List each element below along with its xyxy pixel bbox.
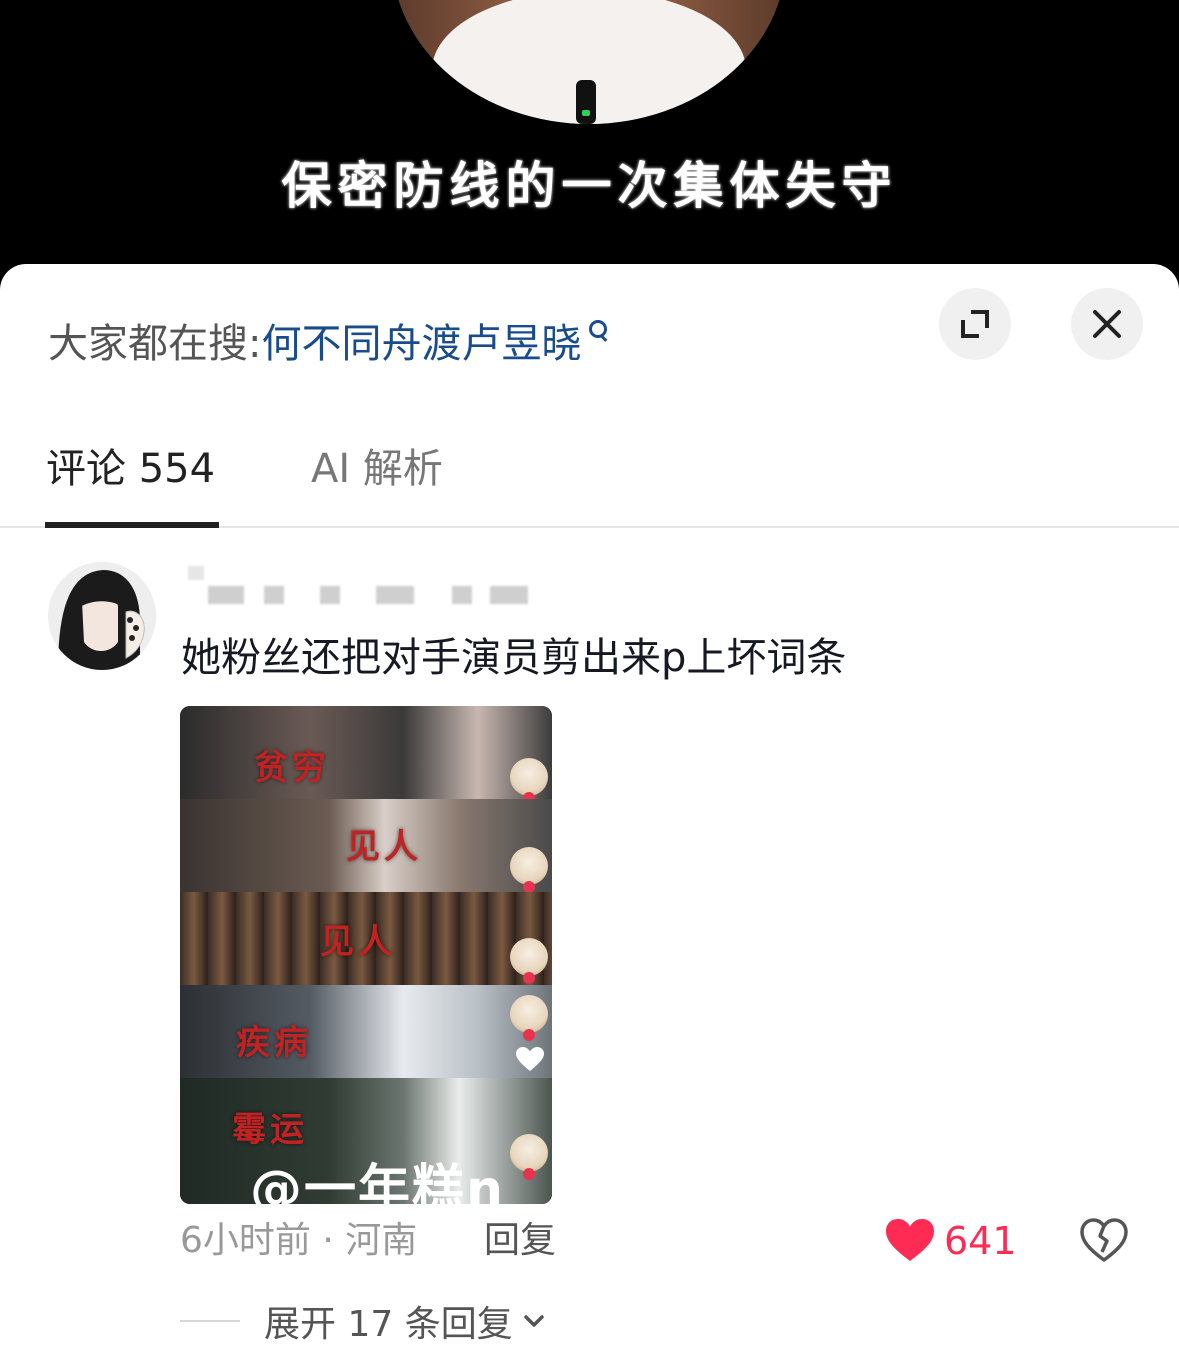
heart-icon: [516, 1047, 544, 1071]
image-watermark: @一年糕n: [250, 1160, 506, 1204]
video-presenter-image: [392, 0, 786, 124]
comment-meta: 6小时前 · 河南: [180, 1220, 418, 1261]
trending-search-term[interactable]: 何不同舟渡卢昱晓: [261, 311, 581, 369]
expand-replies-button[interactable]: 展开 17 条回复: [180, 1296, 547, 1346]
tab-ai-analysis[interactable]: AI 解析: [311, 444, 443, 494]
microphone-icon: [576, 80, 596, 124]
search-icon: [587, 318, 609, 344]
image-word-4: 疾病: [236, 1023, 312, 1063]
broken-heart-icon: [1080, 1218, 1128, 1262]
chevron-down-icon: [523, 1315, 544, 1327]
tab-comments[interactable]: 评论 554: [46, 444, 215, 494]
comment-sheet: 大家都在搜: 何不同舟渡卢昱晓 评论 554 AI 解析 她粉丝还把对手演员剪出…: [0, 264, 1179, 1368]
image-word-3: 见人: [320, 922, 396, 962]
comment-image[interactable]: 贫穷 见人 见人 疾病 霉运 @一年糕n: [180, 706, 552, 1204]
trending-search-prefix: 大家都在搜:: [48, 321, 262, 367]
username-redacted[interactable]: [188, 566, 538, 606]
avatar[interactable]: [48, 562, 156, 670]
like-count: 641: [944, 1219, 1017, 1263]
active-tab-indicator: [45, 522, 219, 528]
video-caption: 保密防线的一次集体失守: [281, 156, 898, 215]
close-sheet-button[interactable]: [1071, 288, 1143, 360]
dislike-button[interactable]: [1078, 1214, 1130, 1268]
expand-icon: [961, 310, 989, 338]
image-word-1: 贫穷: [254, 748, 330, 788]
avatar-illustration: [48, 562, 156, 670]
comment-text: 她粉丝还把对手演员剪出来p上坏词条: [181, 635, 847, 681]
close-icon: [1091, 308, 1123, 340]
sheet-tabs: 评论 554 AI 解析: [0, 434, 1179, 528]
video-player[interactable]: 保密防线的一次集体失守: [0, 0, 1179, 300]
trending-search-bar[interactable]: 大家都在搜: 何不同舟渡卢昱晓: [48, 312, 609, 368]
expand-sheet-button[interactable]: [939, 288, 1011, 360]
image-word-5: 霉运: [232, 1110, 308, 1150]
like-button[interactable]: 641: [886, 1214, 1017, 1268]
reply-button[interactable]: 回复: [484, 1214, 556, 1268]
expand-replies-label: 展开 17 条回复: [264, 1304, 513, 1345]
image-word-2: 见人: [346, 827, 422, 867]
heart-icon: [886, 1219, 934, 1261]
divider-line: [180, 1320, 240, 1322]
